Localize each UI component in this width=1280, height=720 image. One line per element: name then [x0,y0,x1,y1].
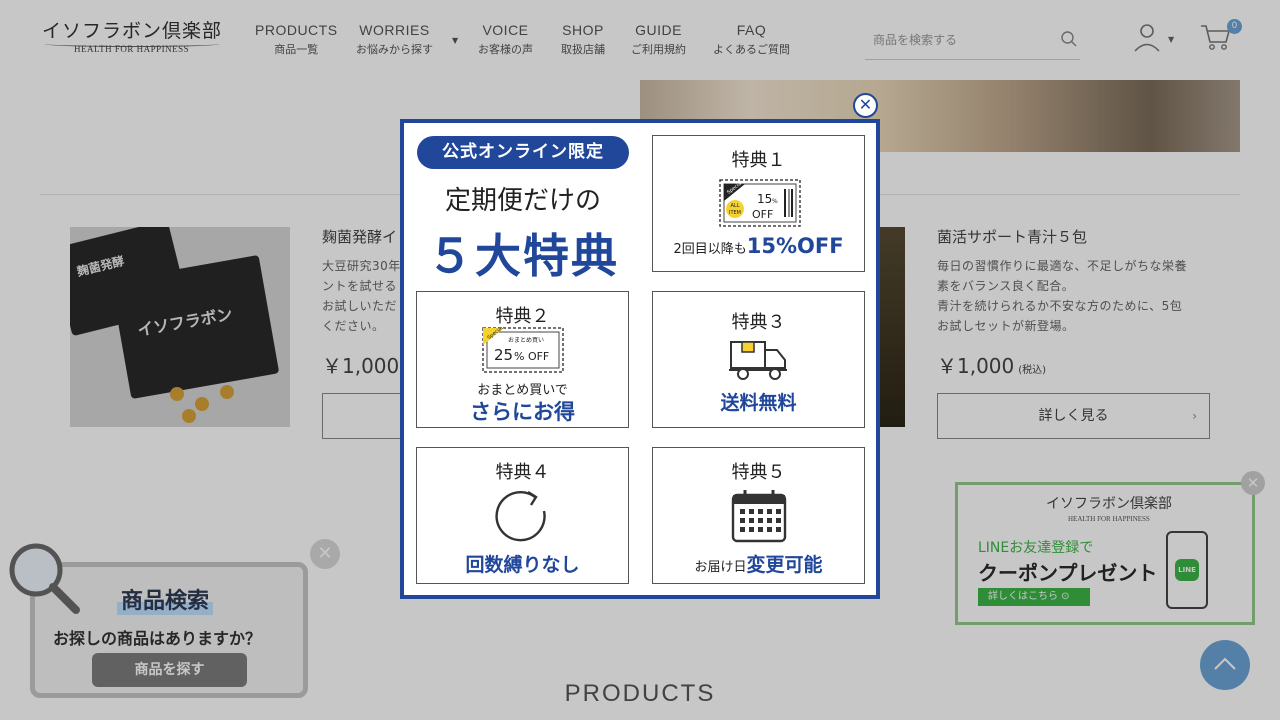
benefit-4: 特典４ 回数縛りなし [416,447,629,584]
coupon-item: ITEM [729,210,741,216]
modal-headline: ５大特典 [427,229,619,283]
modal-subtitle: 定期便だけの [444,186,601,216]
benefit-caption-blue: 15%OFF [746,234,844,258]
benefit-2: 特典２ Special おまとめ買い 25 % OFF おまとめ買いで さらにお… [416,291,629,428]
benefit-caption-dark: 2回目以降も [673,242,747,257]
calendar-icon [731,490,787,543]
benefit-caption: 2回目以降も15%OFF [653,234,864,258]
coupon-percent: 25 [494,346,513,364]
benefit-caption-blue: さらにお得 [470,400,575,424]
benefit-3: 特典３ 送料無料 [652,291,865,428]
coupon-icon: Special おまとめ買い 25 % OFF [482,327,564,373]
coupon-note: おまとめ買い [508,337,544,344]
coupon-icon: Special ALL ITEM 15 % OFF [719,179,801,227]
coupon-percent: 15 [757,192,772,206]
benefit-title: 特典５ [731,462,786,483]
subscription-benefits-modal: 公式オンライン限定 定期便だけの ５大特典 特典１ Special ALL IT… [400,119,880,599]
benefit-caption: お届け日変更可能 [653,550,864,577]
coupon-off: % OFF [514,350,549,363]
benefit-caption-blue: 送料無料 [720,392,797,414]
benefit-5: 特典５ お届け日変更可能 [652,447,865,584]
online-limited-badge: 公式オンライン限定 [417,136,629,169]
benefit-caption-blue: 変更可能 [746,554,823,576]
benefit-1: 特典１ Special ALL ITEM 15 % OFF 2回目以降も15%O… [652,135,865,272]
benefit-title: 特典２ [495,306,550,327]
benefit-caption-blue: 回数縛りなし [465,554,580,576]
benefit-caption-dark: お届け日 [694,560,747,575]
coupon-off: OFF [752,208,773,221]
coupon-all: ALL [731,203,740,209]
benefit-title: 特典４ [495,462,550,483]
delivery-truck-icon [729,341,787,380]
benefit-title: 特典３ [731,312,786,333]
benefit-title: 特典１ [731,150,786,171]
svg-text:%: % [772,198,778,205]
close-icon[interactable]: ✕ [853,93,878,118]
loop-arrow-icon [495,490,546,542]
